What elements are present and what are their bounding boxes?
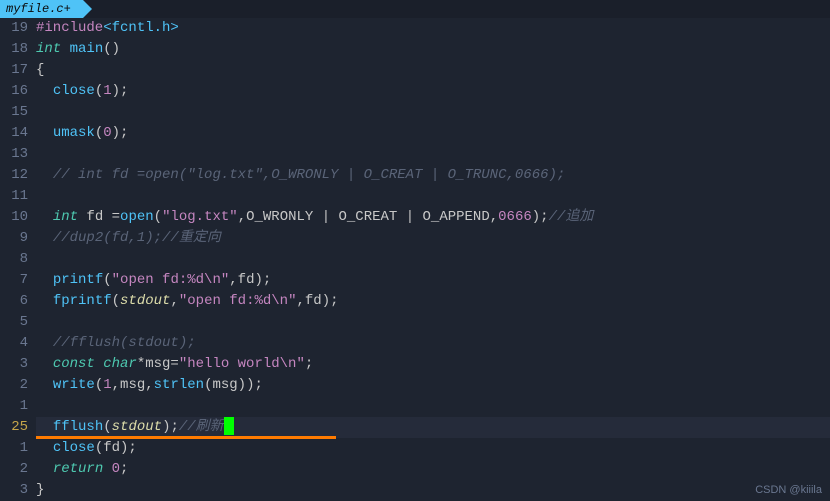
code-line: write(1,msg,strlen(msg)); bbox=[36, 375, 830, 396]
code-line: return 0; bbox=[36, 459, 830, 480]
line-number: 15 bbox=[0, 102, 28, 123]
code-line bbox=[36, 396, 830, 417]
code-line-current: fflush(stdout);//刷新 bbox=[36, 417, 830, 438]
line-number: 13 bbox=[0, 144, 28, 165]
code-line: fprintf(stdout,"open fd:%d\n",fd); bbox=[36, 291, 830, 312]
line-number: 19 bbox=[0, 18, 28, 39]
line-number: 7 bbox=[0, 270, 28, 291]
code-line: int fd =open("log.txt",O_WRONLY | O_CREA… bbox=[36, 207, 830, 228]
code-line: // int fd =open("log.txt",O_WRONLY | O_C… bbox=[36, 165, 830, 186]
code-line: close(fd); bbox=[36, 438, 830, 459]
code-line: const char*msg="hello world\n"; bbox=[36, 354, 830, 375]
line-number: 1 bbox=[0, 396, 28, 417]
line-number: 2 bbox=[0, 375, 28, 396]
code-line: //fflush(stdout); bbox=[36, 333, 830, 354]
code-line bbox=[36, 186, 830, 207]
line-number: 6 bbox=[0, 291, 28, 312]
editor[interactable]: 19 18 17 16 15 14 13 12 11 10 9 8 7 6 5 … bbox=[0, 18, 830, 501]
code-line: //dup2(fd,1);//重定向 bbox=[36, 228, 830, 249]
line-number: 10 bbox=[0, 207, 28, 228]
line-number: 2 bbox=[0, 459, 28, 480]
code-line: #include<fcntl.h> bbox=[36, 18, 830, 39]
line-number: 14 bbox=[0, 123, 28, 144]
code-line: } bbox=[36, 480, 830, 501]
line-number: 16 bbox=[0, 81, 28, 102]
code-area[interactable]: #include<fcntl.h> int main() { close(1);… bbox=[36, 18, 830, 501]
line-number: 17 bbox=[0, 60, 28, 81]
code-line: close(1); bbox=[36, 81, 830, 102]
line-number: 11 bbox=[0, 186, 28, 207]
line-number: 3 bbox=[0, 354, 28, 375]
tab-bar: myfile.c+ bbox=[0, 0, 830, 18]
code-line bbox=[36, 102, 830, 123]
line-number: 4 bbox=[0, 333, 28, 354]
watermark: CSDN @kiiila bbox=[755, 484, 822, 496]
line-number: 8 bbox=[0, 249, 28, 270]
line-number: 9 bbox=[0, 228, 28, 249]
code-line: int main() bbox=[36, 39, 830, 60]
code-line: printf("open fd:%d\n",fd); bbox=[36, 270, 830, 291]
file-tab[interactable]: myfile.c+ bbox=[0, 0, 83, 18]
cursor bbox=[224, 417, 234, 435]
line-number: 3 bbox=[0, 480, 28, 501]
line-number: 12 bbox=[0, 165, 28, 186]
line-number-current: 25 bbox=[0, 417, 28, 438]
code-line bbox=[36, 144, 830, 165]
code-line bbox=[36, 249, 830, 270]
line-number: 1 bbox=[0, 438, 28, 459]
line-number: 5 bbox=[0, 312, 28, 333]
code-line bbox=[36, 312, 830, 333]
line-number-gutter: 19 18 17 16 15 14 13 12 11 10 9 8 7 6 5 … bbox=[0, 18, 36, 501]
line-number: 18 bbox=[0, 39, 28, 60]
code-line: { bbox=[36, 60, 830, 81]
code-line: umask(0); bbox=[36, 123, 830, 144]
